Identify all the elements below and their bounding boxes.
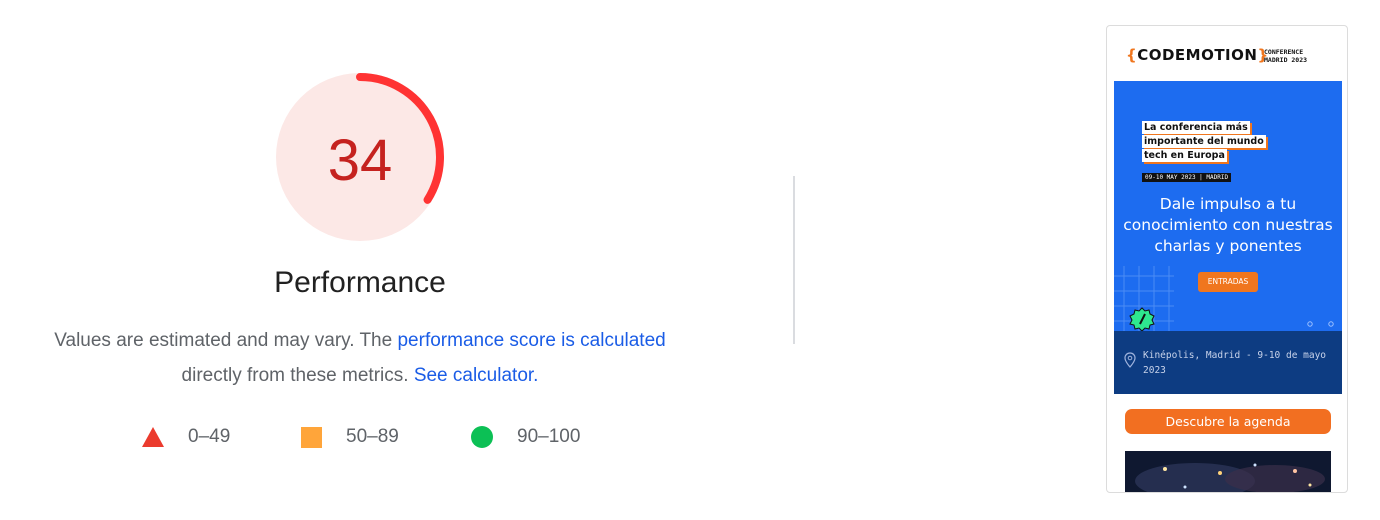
location-text: Kinépolis, Madrid - 9-10 de mayo 2023 [1143, 350, 1327, 376]
date-tag: 09-10 MAY 2023 | MADRID [1142, 173, 1232, 182]
description-text-2: directly from these metrics. [181, 365, 414, 386]
hero-headline: Dale impulso a tu conocimiento con nuest… [1123, 195, 1333, 255]
hero-banner: La conferencia más importante del mundo … [1114, 81, 1342, 394]
conference-line-1: CONFERENCE [1264, 48, 1304, 56]
final-screenshot[interactable]: {CODEMOTION} CONFERENCE MADRID 2023 La c… [1106, 25, 1348, 493]
codemotion-logo: {CODEMOTION} [1126, 46, 1269, 64]
triangle-icon [142, 427, 164, 447]
vertical-divider [793, 176, 795, 344]
logo-left-brace: { [1126, 46, 1138, 64]
event-photo [1125, 451, 1331, 492]
tagline: La conferencia más importante del mundo … [1142, 121, 1266, 163]
performance-gauge: 34 [270, 70, 450, 250]
entradas-button[interactable]: ENTRADAS [1198, 272, 1258, 292]
location-bar: Kinépolis, Madrid - 9-10 de mayo 2023 [1114, 331, 1342, 394]
see-calculator-link[interactable]: See calculator. [414, 365, 539, 386]
square-icon [301, 426, 322, 448]
legend-average-label: 50–89 [346, 426, 399, 447]
tagline-line-2: importante del mundo [1142, 135, 1266, 148]
circle-icon [471, 426, 493, 448]
agenda-button[interactable]: Descubre la agenda [1125, 409, 1331, 434]
tagline-line-3: tech en Europa [1142, 149, 1227, 162]
description-text: Values are estimated and may vary. The [54, 330, 398, 351]
logo-text: CODEMOTION [1137, 46, 1258, 64]
performance-title: Performance [274, 266, 446, 299]
grid-decoration [1114, 266, 1174, 332]
legend-fail: 0–49 [142, 426, 230, 448]
legend-pass-label: 90–100 [517, 426, 581, 447]
performance-description: Values are estimated and may vary. The p… [0, 323, 720, 393]
stage-lights-image [1125, 451, 1331, 492]
legend-fail-label: 0–49 [188, 426, 231, 447]
score-legend: 0–49 50–89 90–100 [0, 426, 720, 456]
tagline-line-1: La conferencia más [1142, 121, 1250, 134]
performance-score: 34 [327, 127, 393, 193]
legend-pass: 90–100 [471, 426, 580, 448]
performance-score-link[interactable]: performance score is calculated [397, 330, 665, 351]
site-header: {CODEMOTION} CONFERENCE MADRID 2023 [1107, 26, 1347, 81]
conference-line-2: MADRID 2023 [1264, 56, 1308, 64]
location-pin-icon [1124, 352, 1136, 368]
legend-average: 50–89 [301, 426, 399, 448]
conference-label: CONFERENCE MADRID 2023 [1264, 48, 1307, 64]
